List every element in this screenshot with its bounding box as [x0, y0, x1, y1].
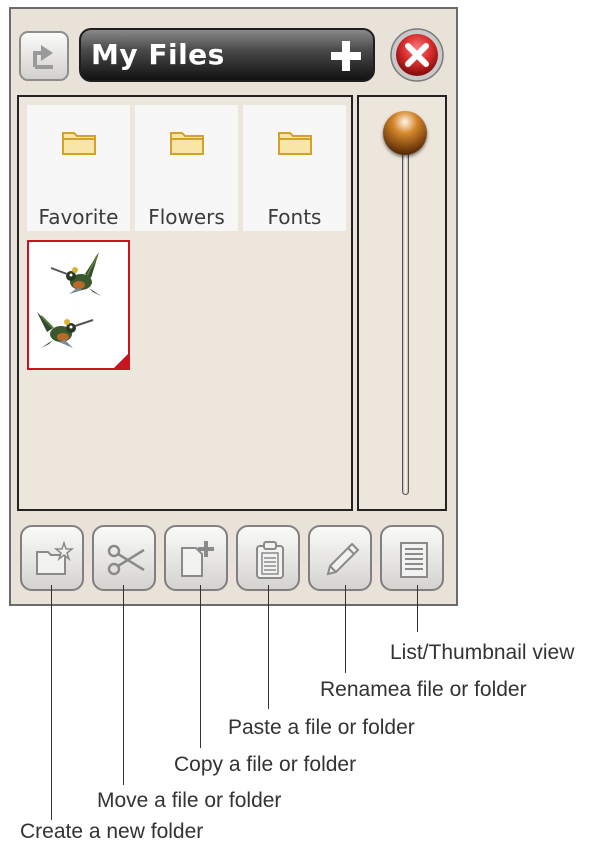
- parent-folder-button[interactable]: [19, 31, 69, 81]
- folder-icon: [170, 132, 204, 155]
- title-bar: My Files: [79, 28, 375, 82]
- list-item-folder-favorite[interactable]: Favorite: [27, 105, 130, 231]
- create-folder-icon: [36, 540, 74, 575]
- rename-button[interactable]: [308, 525, 372, 591]
- folder-up-icon: [33, 45, 53, 69]
- folder-icon: [62, 132, 96, 155]
- copy-icon: [181, 541, 214, 577]
- folder-icon: [278, 132, 312, 155]
- callout-rename: Renamea file or folder: [320, 678, 527, 701]
- scissors-icon: [107, 544, 145, 576]
- scroll-knob[interactable]: [383, 111, 427, 155]
- clipboard-icon: [256, 541, 284, 579]
- page-title: My Files: [91, 38, 225, 71]
- list-item-folder-fonts[interactable]: Fonts: [243, 105, 346, 231]
- list-item-design-selected[interactable]: [27, 240, 130, 370]
- close-button[interactable]: [389, 27, 445, 83]
- list-view-icon: [400, 542, 428, 578]
- callout-list-thumbnail-view: List/Thumbnail view: [390, 641, 575, 664]
- callout-line-move: [123, 585, 124, 785]
- list-thumbnail-view-button[interactable]: [380, 525, 444, 591]
- pencil-icon: [326, 542, 360, 576]
- scroll-panel: [357, 95, 447, 511]
- callout-copy: Copy a file or folder: [174, 753, 357, 776]
- selection-corner-icon: [114, 354, 128, 368]
- list-item-folder-flowers[interactable]: Flowers: [135, 105, 238, 231]
- paste-button[interactable]: [236, 525, 300, 591]
- file-name: Fonts: [267, 205, 322, 229]
- callout-line-copy: [200, 585, 201, 748]
- callout-create-folder: Create a new folder: [20, 820, 204, 843]
- copy-button[interactable]: [164, 525, 228, 591]
- file-manager-panel: My Files Favorite Flowers Fonts: [9, 7, 458, 606]
- create-folder-button[interactable]: [20, 525, 84, 591]
- callout-line-create: [51, 585, 52, 820]
- file-name: Flowers: [148, 205, 225, 229]
- callout-line-view: [417, 585, 418, 632]
- callout-line-rename: [345, 585, 346, 673]
- file-name: Favorite: [38, 205, 119, 229]
- hummingbird-design-thumbnail: [37, 252, 128, 368]
- move-button[interactable]: [92, 525, 156, 591]
- file-list: Favorite Flowers Fonts: [17, 95, 353, 511]
- plus-icon[interactable]: [329, 39, 363, 73]
- callout-move: Move a file or folder: [97, 789, 282, 812]
- callout-paste: Paste a file or folder: [228, 716, 415, 739]
- scroll-track[interactable]: [402, 135, 409, 495]
- callout-line-paste: [268, 585, 269, 709]
